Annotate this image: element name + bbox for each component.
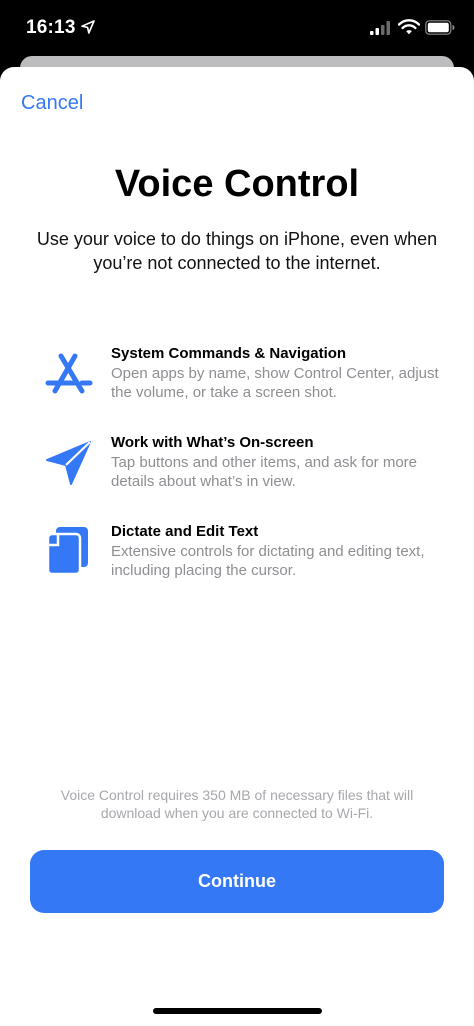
status-time: 16:13 [26, 17, 76, 38]
cellular-signal-icon [370, 21, 390, 35]
paper-plane-icon [46, 441, 91, 485]
status-bar: 16:13 [0, 0, 474, 56]
home-indicator[interactable] [153, 1008, 322, 1014]
feature-dictate-edit: Dictate and Edit Text Extensive controls… [0, 522, 474, 602]
feature-title: Dictate and Edit Text [111, 523, 259, 540]
page-title: Voice Control [114, 163, 360, 205]
feature-system-commands: System Commands & Navigation Open apps b… [0, 344, 474, 424]
feature-title: System Commands & Navigation [111, 345, 347, 362]
feature-description: Extensive controls for dictating and edi… [111, 543, 425, 579]
cancel-button[interactable]: Cancel [21, 92, 83, 115]
feature-text: Work with What’s On-screen Tap buttons a… [111, 433, 451, 491]
feature-text: System Commands & Navigation Open apps b… [111, 344, 451, 402]
app-store-icon [45, 353, 93, 394]
feature-description: Tap buttons and other items, and ask for… [111, 454, 417, 490]
feature-title: Work with What’s On-screen [111, 434, 314, 451]
continue-button[interactable]: Continue [30, 850, 444, 913]
feature-text: Dictate and Edit Text Extensive controls… [111, 522, 451, 580]
feature-description: Open apps by name, show Control Center, … [111, 365, 439, 401]
feature-on-screen: Work with What’s On-screen Tap buttons a… [0, 433, 474, 513]
battery-icon [425, 20, 455, 35]
location-arrow-icon [81, 20, 95, 34]
documents-icon [46, 527, 88, 575]
voice-control-sheet: Cancel Voice Control Use your voice to d… [0, 67, 474, 1026]
screen: 16:13 Cancel Voice Control Use your voic… [0, 0, 474, 1026]
storage-footnote: Voice Control requires 350 MB of necessa… [60, 787, 414, 821]
page-subtitle: Use your voice to do things on iPhone, e… [36, 229, 438, 273]
wifi-icon [398, 19, 420, 35]
